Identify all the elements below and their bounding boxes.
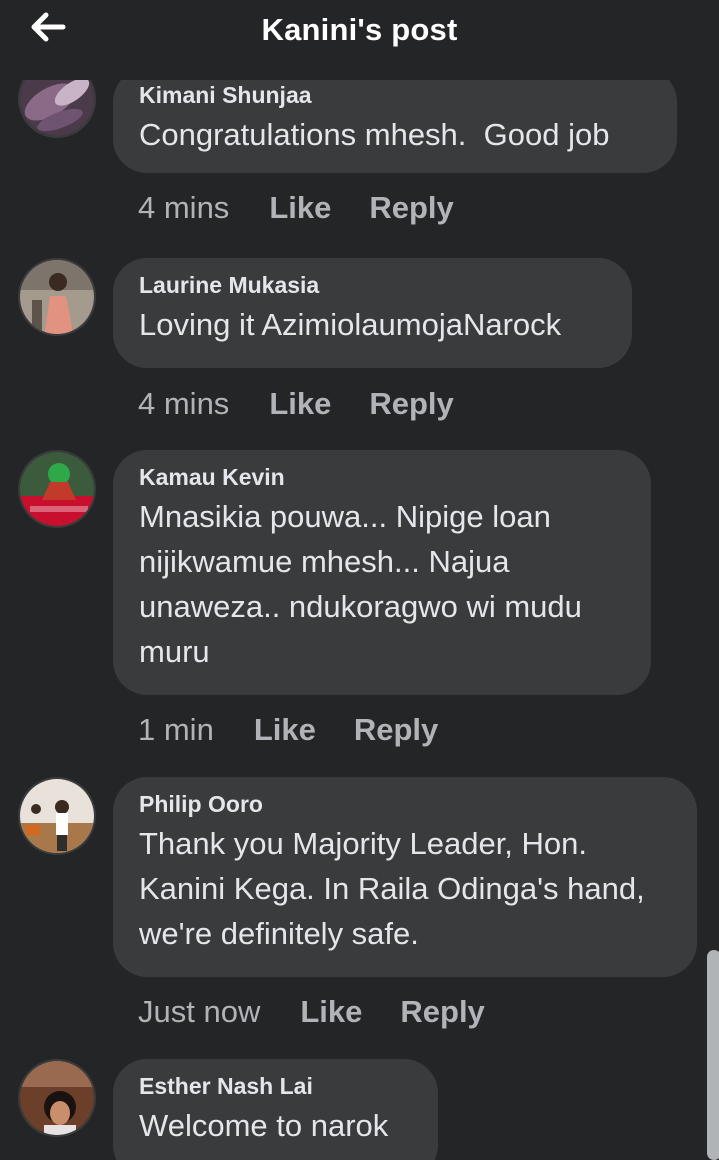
avatar[interactable] <box>18 777 96 855</box>
avatar[interactable] <box>18 450 96 528</box>
reply-button[interactable]: Reply <box>369 190 453 226</box>
avatar[interactable] <box>18 258 96 336</box>
comment-timestamp[interactable]: Just now <box>138 994 260 1030</box>
comment-author[interactable]: Philip Ooro <box>139 789 671 819</box>
avatar[interactable] <box>18 80 96 138</box>
reply-button[interactable]: Reply <box>354 712 438 748</box>
comment-actions: 1 min Like Reply <box>138 710 476 750</box>
reply-button[interactable]: Reply <box>369 386 453 422</box>
comment-timestamp[interactable]: 4 mins <box>138 386 229 422</box>
comment-text: Loving it AzimiolaumojaNarock <box>139 307 562 342</box>
comment-actions: Just now Like Reply <box>138 992 523 1032</box>
scrollbar-thumb[interactable] <box>707 950 719 1160</box>
comment-text: Mnasikia pouwa... Nipige loan nijikwamue… <box>139 499 582 669</box>
comment-bubble[interactable]: Esther Nash Lai Welcome to narok <box>113 1059 438 1160</box>
comment-text: Congratulations mhesh. Good job <box>139 117 610 152</box>
comment-author[interactable]: Laurine Mukasia <box>139 270 606 300</box>
like-button[interactable]: Like <box>269 386 331 422</box>
comment-bubble[interactable]: Kamau Kevin Mnasikia pouwa... Nipige loa… <box>113 450 651 695</box>
page-title: Kanini's post <box>261 12 458 47</box>
comment-text: Welcome to narok <box>139 1108 389 1143</box>
like-button[interactable]: Like <box>300 994 362 1030</box>
comment-list[interactable]: Kimani Shunjaa Congratulations mhesh. Go… <box>0 80 719 1160</box>
comment-timestamp[interactable]: 4 mins <box>138 190 229 226</box>
like-button[interactable]: Like <box>269 190 331 226</box>
comment-actions: 4 mins Like Reply <box>138 188 492 228</box>
comment-text: Thank you Majority Leader, Hon. Kanini K… <box>139 826 645 951</box>
comment-author[interactable]: Kamau Kevin <box>139 462 625 492</box>
comment-bubble[interactable]: Laurine Mukasia Loving it AzimiolaumojaN… <box>113 258 632 368</box>
top-bar: Kanini's post <box>0 0 719 80</box>
avatar[interactable] <box>18 1059 96 1137</box>
reply-button[interactable]: Reply <box>400 994 484 1030</box>
comment-actions: 4 mins Like Reply <box>138 384 492 424</box>
comment-timestamp[interactable]: 1 min <box>138 712 214 748</box>
like-button[interactable]: Like <box>254 712 316 748</box>
comment-author[interactable]: Kimani Shunjaa <box>139 80 651 110</box>
comment-bubble[interactable]: Philip Ooro Thank you Majority Leader, H… <box>113 777 697 977</box>
comment-author[interactable]: Esther Nash Lai <box>139 1071 412 1101</box>
comment-bubble[interactable]: Kimani Shunjaa Congratulations mhesh. Go… <box>113 80 677 173</box>
